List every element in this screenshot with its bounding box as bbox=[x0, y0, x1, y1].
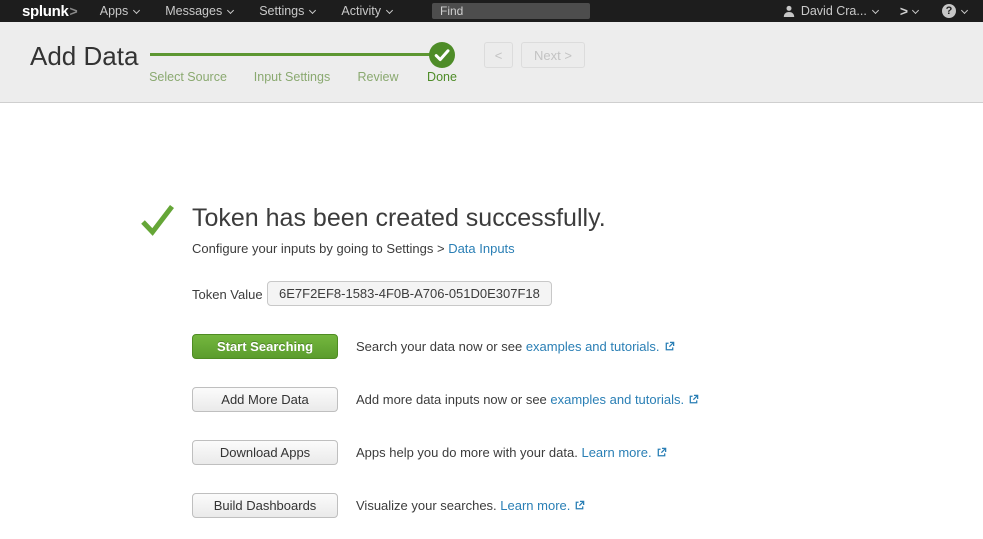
external-link-icon[interactable] bbox=[656, 446, 667, 461]
add-more-data-description: Add more data inputs now or see examples… bbox=[356, 392, 699, 408]
description-text: Search your data now or see bbox=[356, 339, 526, 354]
top-navigation-bar: splunk > Apps Messages Settings Activity… bbox=[0, 0, 983, 22]
description-text: Add more data inputs now or see bbox=[356, 392, 550, 407]
nav-menu-apps-label: Apps bbox=[100, 4, 129, 18]
learn-more-link[interactable]: Learn more. bbox=[581, 445, 651, 460]
configure-inputs-text: Configure your inputs by going to Settin… bbox=[192, 241, 515, 256]
find-search-input[interactable] bbox=[432, 3, 590, 19]
examples-tutorials-link[interactable]: examples and tutorials. bbox=[526, 339, 660, 354]
token-value-label: Token Value bbox=[192, 287, 263, 302]
token-value-field: 6E7F2EF8-1583-4F0B-A706-051D0E307F18 bbox=[267, 281, 552, 306]
add-more-data-button[interactable]: Add More Data bbox=[192, 387, 338, 412]
action-row-build-dashboards: Build Dashboards Visualize your searches… bbox=[192, 493, 585, 518]
chevron-down-icon bbox=[912, 6, 919, 13]
nav-menu-messages[interactable]: Messages bbox=[165, 4, 233, 18]
splunk-logo-caret: > bbox=[70, 3, 78, 19]
learn-more-link[interactable]: Learn more. bbox=[500, 498, 570, 513]
chevron-down-icon bbox=[309, 6, 316, 13]
chevron-down-icon bbox=[386, 6, 393, 13]
done-check-icon bbox=[429, 42, 455, 68]
back-button[interactable]: < bbox=[484, 42, 513, 68]
action-row-start-searching: Start Searching Search your data now or … bbox=[192, 334, 675, 359]
description-text: Visualize your searches. bbox=[356, 498, 500, 513]
nav-menu-settings[interactable]: Settings bbox=[259, 4, 315, 18]
chevron-down-icon bbox=[872, 6, 879, 13]
page-title: Add Data bbox=[30, 41, 138, 72]
user-menu[interactable]: David Cra... bbox=[783, 4, 878, 18]
nav-menu-messages-label: Messages bbox=[165, 4, 222, 18]
chevron-down-icon bbox=[133, 6, 140, 13]
step-select-source: Select Source bbox=[149, 70, 227, 84]
chevron-down-icon bbox=[227, 6, 234, 13]
step-review: Review bbox=[358, 70, 399, 84]
start-searching-description: Search your data now or see examples and… bbox=[356, 339, 675, 355]
chevron-down-icon bbox=[961, 6, 968, 13]
action-row-download-apps: Download Apps Apps help you do more with… bbox=[192, 440, 667, 465]
user-name: David Cra... bbox=[801, 4, 867, 18]
step-done: Done bbox=[427, 70, 457, 84]
build-dashboards-description: Visualize your searches. Learn more. bbox=[356, 498, 585, 514]
step-input-settings: Input Settings bbox=[254, 70, 330, 84]
arrow-right-icon: > bbox=[900, 3, 907, 19]
data-inputs-link[interactable]: Data Inputs bbox=[448, 241, 515, 256]
progress-bar bbox=[150, 53, 431, 56]
splunk-logo[interactable]: splunk > bbox=[22, 3, 78, 20]
quick-links-menu[interactable]: > bbox=[900, 3, 918, 19]
action-row-add-more-data: Add More Data Add more data inputs now o… bbox=[192, 387, 699, 412]
download-apps-button[interactable]: Download Apps bbox=[192, 440, 338, 465]
help-icon: ? bbox=[942, 4, 956, 18]
examples-tutorials-link[interactable]: examples and tutorials. bbox=[550, 392, 684, 407]
external-link-icon[interactable] bbox=[688, 393, 699, 408]
help-menu[interactable]: ? bbox=[942, 4, 967, 18]
configure-inputs-prefix: Configure your inputs by going to Settin… bbox=[192, 241, 448, 256]
external-link-icon[interactable] bbox=[574, 499, 585, 514]
external-link-icon[interactable] bbox=[664, 340, 675, 355]
description-text: Apps help you do more with your data. bbox=[356, 445, 581, 460]
start-searching-button[interactable]: Start Searching bbox=[192, 334, 338, 359]
download-apps-description: Apps help you do more with your data. Le… bbox=[356, 445, 667, 461]
success-check-icon bbox=[137, 199, 177, 244]
nav-menu-activity[interactable]: Activity bbox=[341, 4, 392, 18]
user-icon bbox=[783, 5, 795, 17]
nav-menu-activity-label: Activity bbox=[341, 4, 381, 18]
nav-menu-settings-label: Settings bbox=[259, 4, 304, 18]
splunk-logo-text: splunk bbox=[22, 3, 69, 20]
build-dashboards-button[interactable]: Build Dashboards bbox=[192, 493, 338, 518]
add-data-header: Add Data Select Source Input Settings Re… bbox=[0, 22, 983, 103]
nav-menu-apps[interactable]: Apps bbox=[100, 4, 140, 18]
success-heading: Token has been created successfully. bbox=[192, 204, 606, 233]
next-button[interactable]: Next > bbox=[521, 42, 585, 68]
